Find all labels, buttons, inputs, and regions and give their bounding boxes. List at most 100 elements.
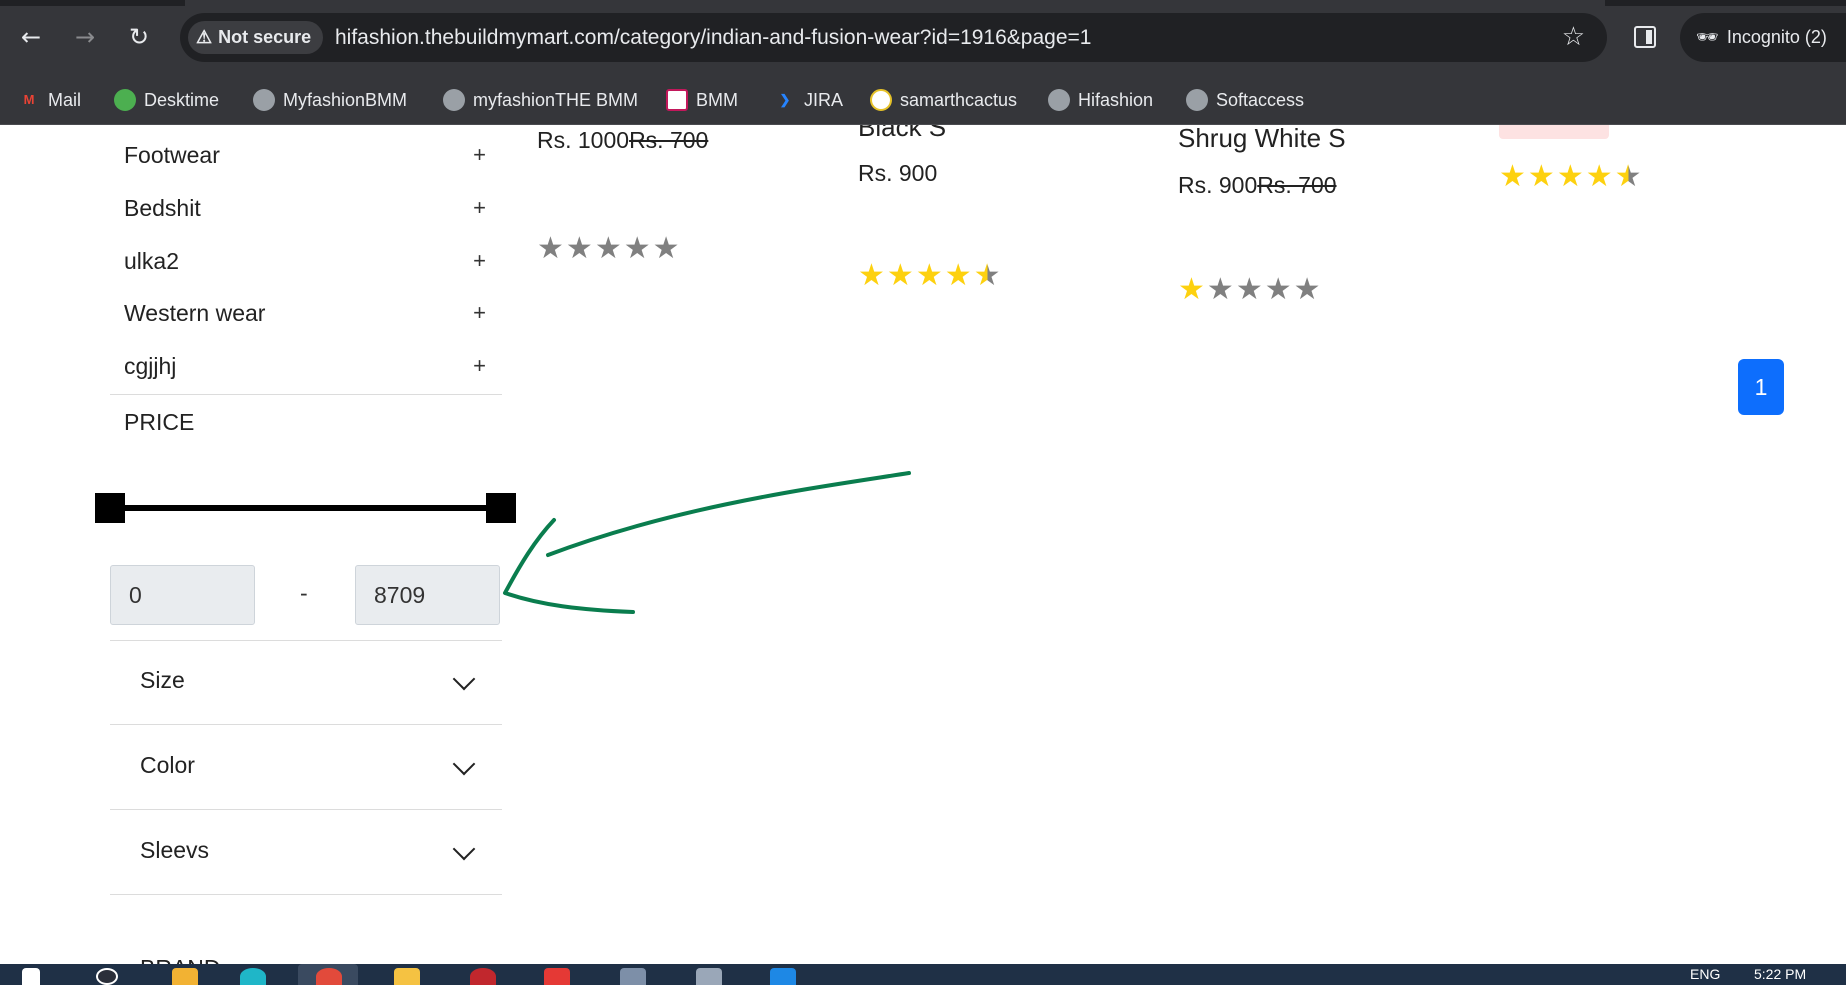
filter-sleevs[interactable]: Sleevs bbox=[110, 811, 502, 895]
windows-start-icon[interactable] bbox=[22, 968, 40, 985]
clock[interactable]: 5:22 PM bbox=[1754, 966, 1806, 982]
product-4-rating: ★ ★ ★ ★ ★ bbox=[1499, 162, 1642, 192]
app-icon[interactable] bbox=[620, 968, 646, 985]
star-empty-icon: ★ bbox=[652, 231, 680, 266]
price-slider-min-handle[interactable] bbox=[95, 493, 125, 523]
bookmark-label: Mail bbox=[48, 90, 82, 110]
filter-size[interactable]: Size bbox=[110, 641, 502, 725]
star-filled-icon: ★ bbox=[1499, 159, 1526, 194]
price-separator: - bbox=[300, 580, 308, 606]
edge-icon[interactable] bbox=[240, 968, 266, 985]
bookmark-softaccess[interactable]: Softaccess bbox=[1186, 75, 1304, 125]
price-min-input[interactable]: 0 bbox=[110, 565, 255, 625]
price-filter-title: PRICE bbox=[124, 409, 195, 435]
incognito-label: Incognito (2) bbox=[1726, 27, 1827, 47]
pagination-page-1[interactable]: 1 bbox=[1738, 359, 1784, 415]
desktime-icon bbox=[114, 89, 136, 111]
bookmark-hifashion[interactable]: Hifashion bbox=[1048, 75, 1153, 125]
chrome-icon[interactable] bbox=[316, 968, 342, 985]
bookmark-myfashionbmm[interactable]: MyfashionBMM bbox=[253, 75, 407, 125]
filter-color[interactable]: Color bbox=[110, 726, 502, 810]
app-icon[interactable] bbox=[696, 968, 722, 985]
expand-plus-icon[interactable]: + bbox=[473, 300, 486, 326]
chevron-down-icon bbox=[452, 837, 476, 861]
star-empty-icon: ★ bbox=[623, 231, 651, 266]
star-half-icon: ★ bbox=[1614, 159, 1642, 194]
active-tab[interactable] bbox=[185, 0, 1605, 6]
category-label: Western wear bbox=[124, 299, 266, 326]
side-panel-icon[interactable] bbox=[1634, 26, 1656, 48]
bookmark-label: myfashionTHE BMM bbox=[473, 90, 639, 110]
bookmark-label: Softaccess bbox=[1216, 90, 1305, 110]
windows-taskbar: ENG 5:22 PM bbox=[0, 964, 1846, 985]
search-icon[interactable] bbox=[96, 968, 118, 985]
opera-icon[interactable] bbox=[470, 968, 496, 985]
star-filled-icon: ★ bbox=[886, 258, 914, 293]
product-2-price: Rs. 900 bbox=[858, 160, 937, 187]
page-content: Footwear + Bedshit + ulka2 + Western wear + … bbox=[0, 125, 1846, 964]
expand-plus-icon[interactable]: + bbox=[473, 248, 486, 274]
product-1-rating: ★ ★ ★ ★ ★ bbox=[537, 234, 680, 264]
star-empty-icon: ★ bbox=[1235, 272, 1263, 307]
bookmark-jira[interactable]: ❯ JIRA bbox=[774, 75, 843, 125]
star-empty-icon: ★ bbox=[537, 231, 564, 266]
bookmark-label: JIRA bbox=[804, 90, 844, 110]
category-label: cgjjhj bbox=[124, 352, 177, 379]
filter-brand-partial[interactable]: BRAND bbox=[140, 955, 221, 964]
expand-plus-icon[interactable]: + bbox=[473, 142, 486, 168]
category-bedshit[interactable]: Bedshit + bbox=[124, 183, 486, 233]
jira-icon: ❯ bbox=[779, 92, 791, 107]
star-filled-icon: ★ bbox=[944, 258, 972, 293]
price-slider-max-handle[interactable] bbox=[486, 493, 516, 523]
star-filled-icon: ★ bbox=[1178, 272, 1205, 307]
app-icon[interactable] bbox=[770, 968, 796, 985]
star-half-icon: ★ bbox=[973, 258, 1001, 293]
globe-icon bbox=[443, 89, 465, 111]
star-filled-icon: ★ bbox=[915, 258, 943, 293]
star-empty-icon: ★ bbox=[1293, 272, 1321, 307]
globe-icon bbox=[1048, 89, 1070, 111]
bookmark-samarthcactus[interactable]: samarthcactus bbox=[870, 75, 1017, 125]
address-bar[interactable]: ⚠ Not secure hifashion.thebuildmymart.co… bbox=[180, 13, 1607, 62]
product-2-rating: ★ ★ ★ ★ ★ bbox=[858, 261, 1001, 291]
reload-icon[interactable]: ↻ bbox=[124, 22, 154, 52]
language-indicator[interactable]: ENG bbox=[1690, 966, 1720, 982]
bookmark-label: samarthcactus bbox=[900, 90, 1018, 110]
current-price: Rs. 900 bbox=[858, 160, 938, 186]
filter-label: Sleevs bbox=[140, 837, 210, 863]
product-2-title[interactable]: Black S bbox=[858, 125, 946, 143]
category-cgjjhj[interactable]: cgjjhj + bbox=[124, 341, 486, 391]
back-icon[interactable]: ← bbox=[16, 22, 46, 52]
old-price: Rs. 700 bbox=[629, 127, 709, 153]
security-chip[interactable]: ⚠ Not secure bbox=[188, 21, 324, 54]
bookmark-star-icon[interactable]: ☆ bbox=[1562, 23, 1585, 51]
url-text[interactable]: hifashion.thebuildmymart.com/category/in… bbox=[335, 13, 1091, 62]
category-footwear[interactable]: Footwear + bbox=[124, 130, 486, 180]
category-western-wear[interactable]: Western wear + bbox=[124, 288, 486, 338]
cactus-icon bbox=[870, 89, 892, 111]
price-max-input[interactable]: 8709 bbox=[355, 565, 500, 625]
globe-icon bbox=[253, 89, 275, 111]
app-icon[interactable] bbox=[544, 968, 570, 985]
category-ulka2[interactable]: ulka2 + bbox=[124, 236, 486, 286]
widgets-icon[interactable] bbox=[172, 968, 198, 985]
expand-plus-icon[interactable]: + bbox=[473, 353, 486, 379]
product-3-price: Rs. 900Rs. 700 bbox=[1178, 172, 1337, 199]
incognito-indicator[interactable]: 🕶 Incognito (2) bbox=[1680, 13, 1846, 62]
bookmark-bmm[interactable]: BMM bbox=[666, 75, 738, 125]
product-1-price: Rs. 1000Rs. 700 bbox=[537, 127, 708, 154]
bookmark-desktime[interactable]: Desktime bbox=[114, 75, 219, 125]
price-slider-track[interactable] bbox=[110, 505, 500, 511]
forward-icon[interactable]: → bbox=[70, 22, 100, 52]
star-empty-icon: ★ bbox=[565, 231, 593, 266]
expand-plus-icon[interactable]: + bbox=[473, 195, 486, 221]
star-empty-icon: ★ bbox=[594, 231, 622, 266]
filter-label: Size bbox=[140, 667, 185, 693]
file-explorer-icon[interactable] bbox=[394, 968, 420, 985]
bookmark-mail[interactable]: M Mail bbox=[18, 75, 81, 125]
gmail-icon: M bbox=[23, 92, 35, 107]
product-3-title[interactable]: Shrug White S bbox=[1178, 125, 1346, 154]
product-3-rating: ★ ★ ★ ★ ★ bbox=[1178, 275, 1321, 305]
bookmark-myfashionthe-bmm[interactable]: myfashionTHE BMM bbox=[443, 75, 638, 125]
bookmark-label: Hifashion bbox=[1078, 90, 1154, 110]
